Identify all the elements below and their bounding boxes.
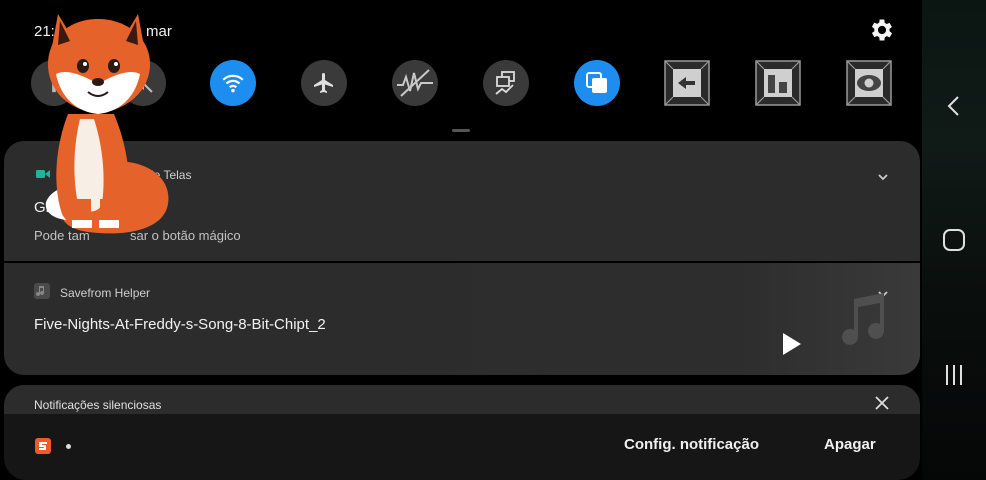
chevron-down-icon[interactable]	[875, 169, 891, 185]
home-icon	[943, 229, 965, 251]
back-chevron-icon	[947, 96, 959, 116]
music-app-icon	[34, 283, 50, 299]
navigation-bar	[922, 0, 986, 480]
track-title: Five-Nights-At-Freddy-s-Song-8-Bit-Chipt…	[34, 316, 326, 333]
multi-window-tile[interactable]	[574, 60, 620, 106]
notification-settings-button[interactable]: Config. notificação	[624, 436, 759, 453]
play-icon[interactable]	[776, 329, 806, 359]
back-shortcut-tile[interactable]	[664, 60, 710, 106]
music-note-icon	[842, 293, 884, 345]
gear-icon[interactable]	[868, 16, 896, 44]
signal-off-icon	[397, 69, 433, 97]
app-name: Savefrom Helper	[60, 286, 151, 300]
airplane-mode-tile[interactable]	[301, 60, 347, 106]
eye-icon	[846, 60, 892, 106]
screen-record-tile[interactable]	[483, 60, 529, 106]
more-indicator-dot	[66, 444, 71, 449]
split-view-icon	[755, 60, 801, 106]
notification-card-music[interactable]: Savefrom Helper Five-Nights-At-Freddy-s-…	[4, 263, 920, 375]
clear-all-button[interactable]: Apagar	[824, 436, 876, 453]
fox-sticker	[45, 14, 169, 234]
airplane-icon	[314, 73, 333, 93]
mobile-data-tile[interactable]	[392, 60, 438, 106]
split-screen-tile[interactable]	[755, 60, 801, 106]
screen-share-icon	[495, 71, 515, 95]
wifi-tile[interactable]	[210, 60, 256, 106]
nav-home-button[interactable]	[936, 222, 972, 258]
panel-drag-handle[interactable]	[452, 129, 470, 132]
eye-comfort-tile[interactable]	[846, 60, 892, 106]
multi-window-icon	[586, 72, 607, 93]
back-arrow-box-icon	[664, 60, 710, 106]
notification-shade: 21:5 de mar de Telas Pode tam sar o botã…	[0, 0, 986, 480]
silent-header: Notificações silenciosas	[34, 398, 162, 412]
close-icon[interactable]	[874, 395, 890, 411]
notification-bottom-bar: Config. notificação Apagar	[4, 414, 920, 480]
nav-back-button[interactable]	[936, 88, 972, 124]
app-badge-icon	[35, 438, 51, 454]
recents-icon	[946, 365, 962, 385]
nav-recents-button[interactable]	[936, 357, 972, 393]
wifi-icon	[222, 74, 244, 93]
